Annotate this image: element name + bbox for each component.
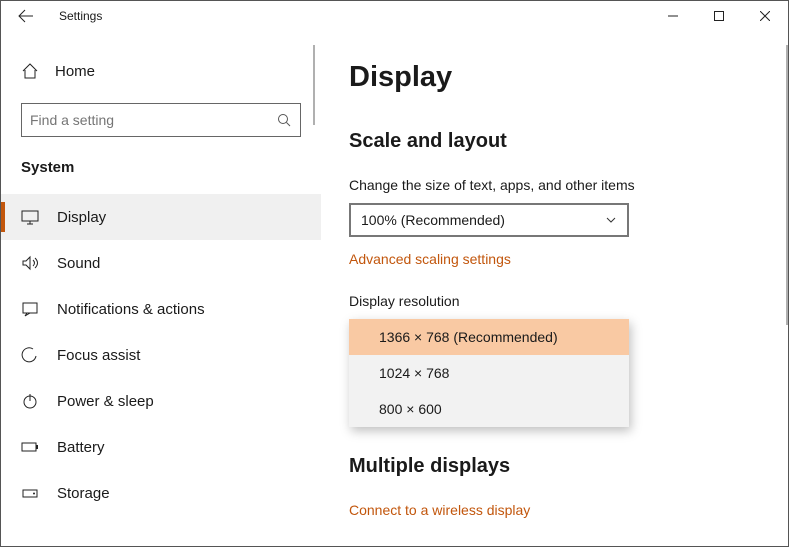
scale-heading: Scale and layout	[349, 130, 760, 153]
home-nav[interactable]: Home	[1, 51, 321, 91]
sidebar-item-power[interactable]: Power & sleep	[1, 378, 321, 424]
focus-assist-icon	[21, 346, 43, 364]
sidebar-item-label: Sound	[43, 255, 100, 272]
sidebar-item-notifications[interactable]: Notifications & actions	[1, 286, 321, 332]
resolution-option[interactable]: 1366 × 768 (Recommended)	[349, 319, 629, 355]
maximize-button[interactable]	[696, 1, 742, 31]
storage-icon	[21, 484, 43, 502]
sidebar-item-label: Battery	[43, 439, 105, 456]
main-scrollbar[interactable]	[786, 45, 788, 325]
main-panel: Display Scale and layout Change the size…	[321, 31, 788, 546]
sound-icon	[21, 254, 43, 272]
resolution-dropdown-open[interactable]: 1366 × 768 (Recommended) 1024 × 768 800 …	[349, 319, 629, 427]
minimize-button[interactable]	[650, 1, 696, 31]
battery-icon	[21, 438, 43, 456]
sidebar-item-label: Storage	[43, 485, 110, 502]
close-button[interactable]	[742, 1, 788, 31]
page-title: Display	[349, 61, 760, 94]
sidebar-item-focus-assist[interactable]: Focus assist	[1, 332, 321, 378]
chevron-down-icon	[605, 214, 617, 226]
sidebar: Home System Display Sound	[1, 31, 321, 546]
close-icon	[760, 11, 770, 21]
scale-dropdown[interactable]: 100% (Recommended)	[349, 203, 629, 237]
power-icon	[21, 392, 43, 410]
sidebar-item-label: Display	[43, 209, 106, 226]
titlebar: Settings	[1, 1, 788, 31]
sidebar-item-label: Focus assist	[43, 347, 140, 364]
back-arrow-icon	[18, 8, 34, 24]
sidebar-item-sound[interactable]: Sound	[1, 240, 321, 286]
sidebar-item-label: Notifications & actions	[43, 301, 205, 318]
back-button[interactable]	[11, 1, 41, 31]
sidebar-item-display[interactable]: Display	[1, 194, 321, 240]
home-label: Home	[43, 63, 95, 80]
advanced-scaling-link[interactable]: Advanced scaling settings	[349, 251, 511, 267]
sidebar-item-battery[interactable]: Battery	[1, 424, 321, 470]
resolution-option[interactable]: 1024 × 768	[349, 355, 629, 391]
maximize-icon	[714, 11, 724, 21]
home-icon	[21, 62, 43, 80]
notifications-icon	[21, 300, 43, 318]
multiple-heading: Multiple displays	[349, 455, 760, 478]
search-input[interactable]	[30, 112, 277, 128]
display-icon	[21, 208, 43, 226]
sidebar-scrollbar[interactable]	[313, 45, 315, 125]
minimize-icon	[668, 11, 678, 21]
nav-list: Display Sound Notifications & actions Fo…	[1, 186, 321, 516]
window-title: Settings	[41, 9, 102, 23]
search-box[interactable]	[21, 103, 301, 137]
category-header: System	[1, 137, 321, 186]
wireless-display-link[interactable]: Connect to a wireless display	[349, 502, 530, 518]
sidebar-item-storage[interactable]: Storage	[1, 470, 321, 516]
search-icon	[277, 113, 292, 128]
resolution-option[interactable]: 800 × 600	[349, 391, 629, 427]
sidebar-item-label: Power & sleep	[43, 393, 154, 410]
scale-field-label: Change the size of text, apps, and other…	[349, 177, 760, 193]
resolution-field-label: Display resolution	[349, 293, 760, 309]
scale-dropdown-value: 100% (Recommended)	[361, 212, 505, 228]
